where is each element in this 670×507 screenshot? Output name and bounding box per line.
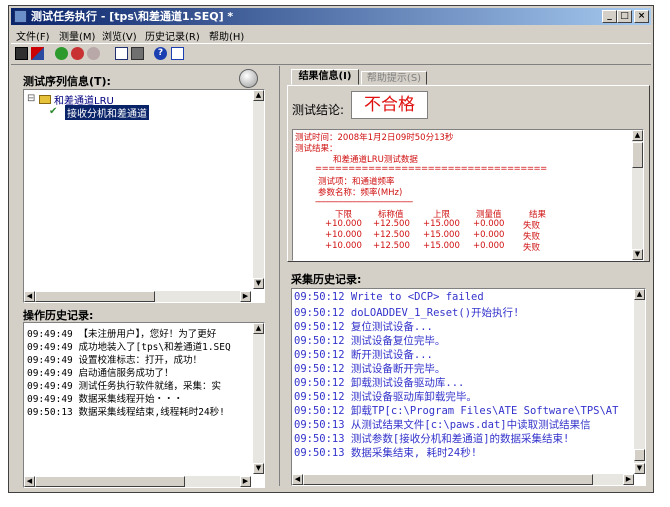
- app-icon: [14, 10, 27, 23]
- start-icon[interactable]: [55, 47, 68, 60]
- result-tab-panel: 测试结论: 不合格 测试时间：2008年1月2日09时50分13秒 测试结果： …: [287, 85, 650, 262]
- sequence-label: 测试序列信息(T):: [23, 75, 111, 88]
- maximize-button[interactable]: □: [617, 10, 632, 23]
- history-message: 测试设备复位完毕。: [350, 335, 446, 347]
- folder-icon: [39, 95, 51, 104]
- help-icon[interactable]: ?: [154, 47, 167, 60]
- history-message: 数据采集结束, 耗时24秒!: [350, 447, 478, 459]
- history-message: 卸载测试设备驱动库...: [350, 377, 465, 389]
- history-message: 从测试结果文件[c:\paws.dat]中读取测试结果信: [350, 419, 591, 431]
- history-message: 复位测试设备...: [350, 321, 433, 333]
- history-message: 测试设备驱动库卸载完毕。: [350, 391, 477, 403]
- history-label: 采集历史记录:: [291, 273, 362, 286]
- menu-help[interactable]: 帮助(H): [209, 28, 244, 43]
- run-icon[interactable]: [31, 47, 44, 60]
- menu-file[interactable]: 文件(F): [16, 28, 50, 43]
- verdict-value: 不合格: [351, 91, 428, 119]
- history-message: Write to <DCP> failed: [350, 291, 484, 303]
- menu-browse[interactable]: 浏览(V): [102, 28, 137, 43]
- history-hscrollbar[interactable]: ◀ ▶: [292, 474, 634, 485]
- menu-measure[interactable]: 测量(M): [59, 28, 95, 43]
- oplog-message: 数据采集线程结束,线程耗时24秒!: [78, 407, 225, 418]
- status-lamp-icon: [239, 69, 258, 88]
- oplog-vscrollbar[interactable]: ▲ ▼: [253, 323, 264, 474]
- history-message: 测试设备断开完毕。: [350, 363, 446, 375]
- minimize-button[interactable]: _: [602, 10, 617, 23]
- print-icon[interactable]: [131, 47, 144, 60]
- history-message: 断开测试设备...: [350, 349, 433, 361]
- splitter[interactable]: [279, 66, 280, 486]
- tree-expand-icon[interactable]: ⊟: [27, 93, 35, 104]
- menu-bar: 文件(F) 测量(M) 浏览(V) 历史记录(R) 帮助(H): [11, 26, 651, 43]
- tab-result-info[interactable]: 结果信息(I): [291, 69, 359, 85]
- sequence-tree: ⊟ 和差通道LRU ✔ 接收分机和差通道 ▲ ▼ ◀ ▶: [23, 89, 265, 303]
- window-title: 测试任务执行 - [tps\和差通道1.SEQ] *: [31, 10, 234, 23]
- check-icon: ✔: [49, 106, 58, 117]
- history-message: 测试参数[接收分机和差通道]的数据采集结束!: [350, 433, 570, 445]
- oplog-label: 操作历史记录:: [23, 309, 94, 322]
- menu-history[interactable]: 历史记录(R): [145, 28, 200, 43]
- result-vscrollbar[interactable]: ▲ ▼: [632, 130, 643, 260]
- report-icon[interactable]: [115, 47, 128, 60]
- toolbar: ?: [11, 43, 651, 65]
- tab-help-tips[interactable]: 帮助提示(S): [361, 71, 427, 85]
- verdict-label: 测试结论:: [292, 103, 345, 117]
- history-message: doLOADDEV_1_Reset()开始执行!: [350, 307, 520, 319]
- tree-vscrollbar[interactable]: ▲ ▼: [253, 90, 264, 289]
- history-vscrollbar[interactable]: ▲ ▼: [634, 289, 645, 474]
- result-text-panel: 测试时间：2008年1月2日09时50分13秒 测试结果： 和差通道LRU测试数…: [292, 129, 644, 261]
- oplog-hscrollbar[interactable]: ◀ ▶: [24, 476, 251, 487]
- main-window: 测试任务执行 - [tps\和差通道1.SEQ] * _ □ × 文件(F) 测…: [8, 5, 654, 493]
- about-icon[interactable]: [171, 47, 184, 60]
- stop-icon[interactable]: [71, 47, 84, 60]
- history-message: 卸载TP[c:\Program Files\ATE Software\TPS\A…: [350, 405, 619, 417]
- title-bar[interactable]: 测试任务执行 - [tps\和差通道1.SEQ] * _ □ ×: [11, 8, 651, 25]
- tree-hscrollbar[interactable]: ◀ ▶: [24, 291, 251, 302]
- save-icon[interactable]: [15, 47, 28, 60]
- oplog-panel: 09:49:49 【未注册用户】，您好！为了更好 09:49:49 成功地装入了…: [23, 322, 265, 488]
- close-button[interactable]: ×: [634, 10, 649, 23]
- tree-child-label[interactable]: 接收分机和差通道: [65, 105, 149, 120]
- settings-icon[interactable]: [87, 47, 100, 60]
- history-panel: 09:50:12 Write to <DCP> failed 09:50:12 …: [291, 288, 646, 486]
